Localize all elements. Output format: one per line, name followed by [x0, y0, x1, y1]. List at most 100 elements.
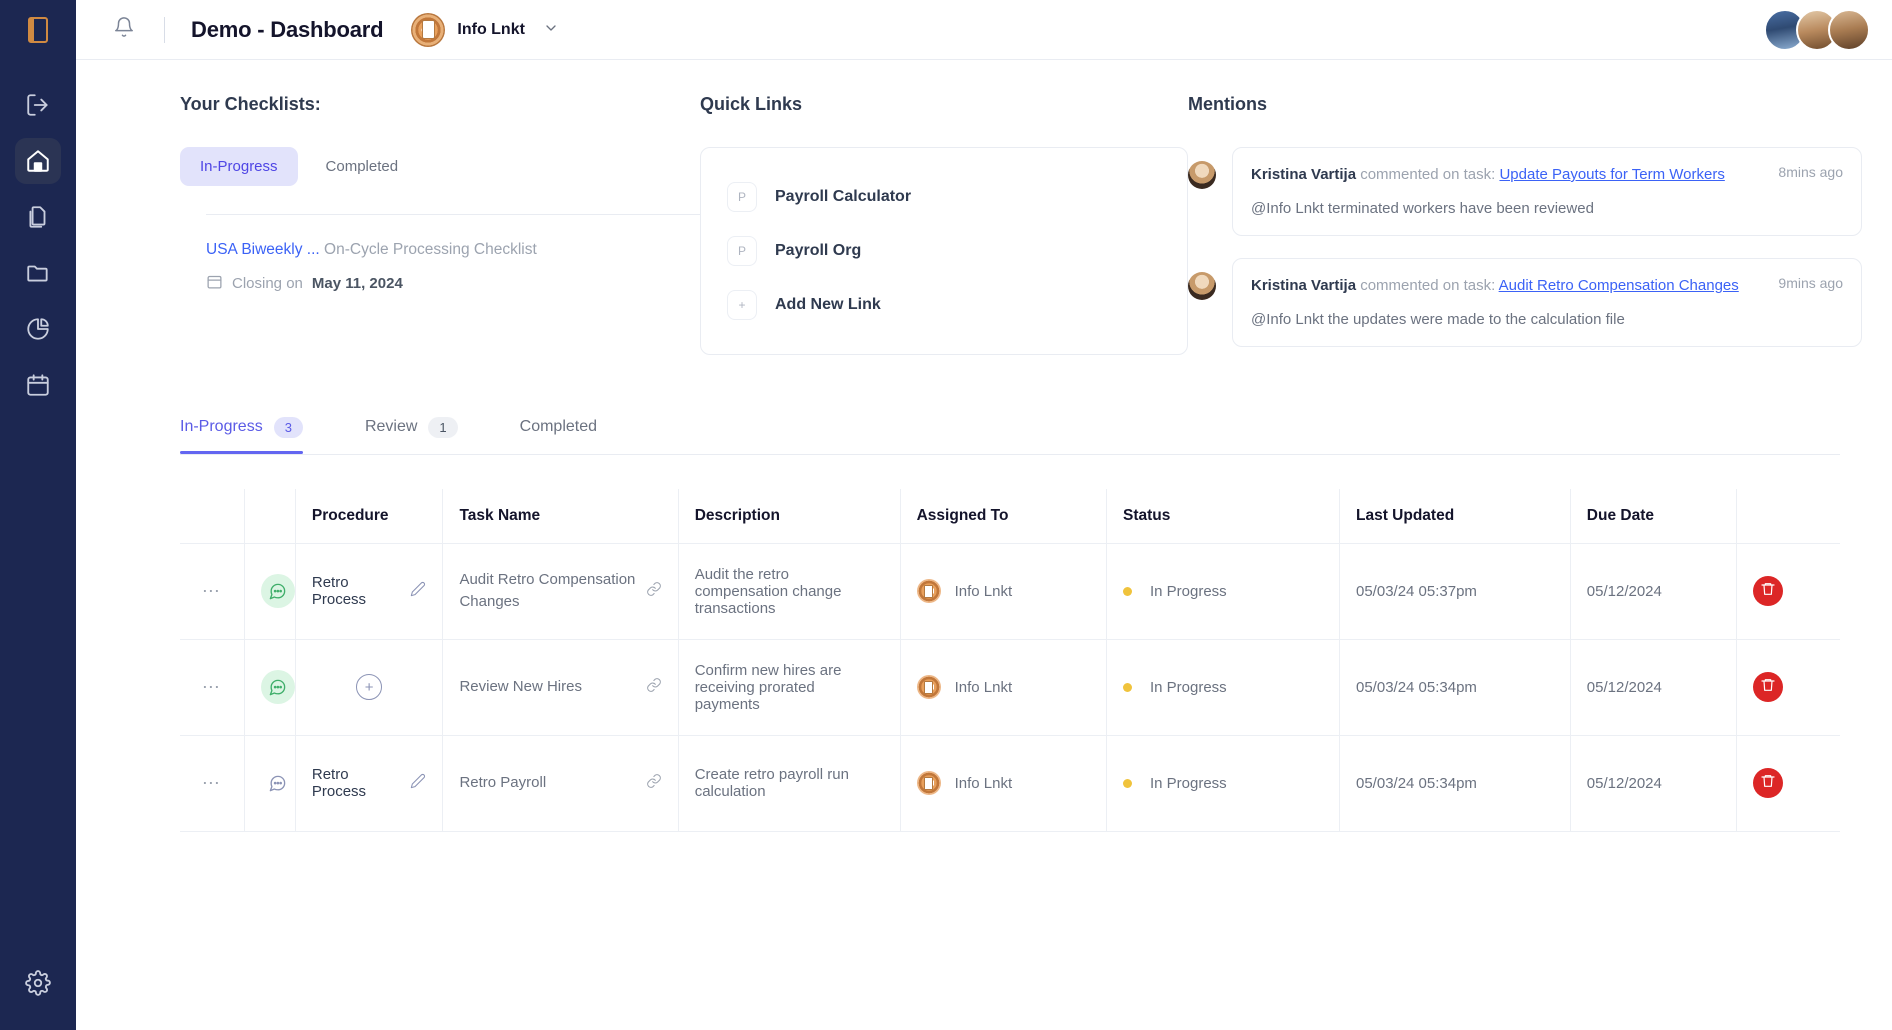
- avatar[interactable]: [1828, 8, 1870, 51]
- mention-task-link[interactable]: Update Payouts for Term Workers: [1499, 166, 1724, 183]
- mention-task-link[interactable]: Audit Retro Compensation Changes: [1499, 277, 1739, 294]
- task-name: Audit Retro Compensation Changes: [459, 571, 636, 610]
- cell-task-name: Audit Retro Compensation Changes: [442, 542, 679, 640]
- closing-prefix: Closing on: [232, 275, 303, 292]
- tab-count-badge: 3: [273, 416, 303, 438]
- comment-icon[interactable]: [260, 574, 295, 608]
- edit-pencil-icon[interactable]: [410, 581, 426, 601]
- org-name: Info Lnkt: [457, 20, 525, 38]
- more-options-icon[interactable]: ⋯: [202, 581, 222, 601]
- cell-procedure: +: [294, 638, 444, 736]
- org-switcher[interactable]: Info Lnkt: [411, 12, 559, 47]
- logout-icon: [25, 92, 51, 118]
- checklists-title: Your Checklists:: [180, 94, 321, 114]
- assignee-avatar-icon: [916, 675, 941, 699]
- checklist-item[interactable]: USA Biweekly ... On-Cycle Processing Che…: [180, 215, 700, 294]
- cell-last-updated: 05/03/24 05:34pm: [1339, 734, 1571, 832]
- sidebar-nav: [0, 82, 76, 408]
- cell-due-date: 05/12/2024: [1569, 638, 1738, 736]
- procedure-wrapper: Retro Process: [312, 766, 427, 800]
- notifications-button[interactable]: [106, 12, 142, 48]
- delete-button[interactable]: [1753, 576, 1784, 606]
- sidebar-item-folder[interactable]: [15, 250, 61, 296]
- checklists-filter-tabs: In-Progress Completed: [180, 147, 700, 186]
- mention-card[interactable]: Kristina Vartija commented on task: Upda…: [1232, 147, 1862, 236]
- comment-icon[interactable]: [260, 670, 295, 704]
- delete-button[interactable]: [1753, 672, 1784, 702]
- cell-assigned-to: Info Lnkt: [899, 638, 1107, 736]
- delete-button[interactable]: [1753, 768, 1784, 798]
- avatar: [1188, 161, 1216, 189]
- col-due-date: Due Date: [1569, 488, 1738, 544]
- more-options-icon[interactable]: ⋯: [202, 773, 222, 793]
- tab-review[interactable]: Review 1: [365, 416, 486, 454]
- plus-icon: +: [727, 290, 757, 320]
- mention-body: @Info Lnkt the updates were made to the …: [1251, 310, 1625, 328]
- link-icon[interactable]: [646, 773, 662, 793]
- quick-links-title: Quick Links: [700, 94, 803, 114]
- task-wrapper: Retro Payroll: [459, 772, 661, 794]
- col-assigned-to: Assigned To: [899, 488, 1107, 544]
- quick-link-badge-icon: P: [727, 182, 757, 212]
- mention-header: Kristina Vartija commented on task: Upda…: [1251, 164, 1843, 186]
- assignee-name: Info Lnkt: [954, 678, 1013, 696]
- edit-pencil-icon[interactable]: [410, 773, 426, 793]
- quick-link-payroll-org[interactable]: P Payroll Org: [701, 224, 1187, 278]
- cell-last-updated: 05/03/24 05:34pm: [1339, 638, 1571, 736]
- main-area: Demo - Dashboard Info Lnkt Your Checklis…: [76, 0, 1892, 1030]
- sidebar-item-home[interactable]: [15, 138, 61, 184]
- col-status: Status: [1105, 488, 1341, 544]
- closing-date: May 11, 2024: [311, 275, 403, 292]
- checklist-tab-in-progress[interactable]: In-Progress: [180, 147, 298, 186]
- cell-menu: ⋯: [180, 734, 245, 832]
- quick-link-payroll-calculator[interactable]: P Payroll Calculator: [701, 170, 1187, 224]
- mention-card[interactable]: Kristina Vartija commented on task: Audi…: [1232, 257, 1862, 347]
- tab-completed[interactable]: Completed: [520, 418, 625, 452]
- sidebar-item-logout[interactable]: [15, 82, 61, 128]
- calendar-icon: [25, 372, 51, 398]
- tasks-table-wrapper: Procedure Task Name Description Assigned…: [76, 455, 1892, 832]
- add-new-link-button[interactable]: + Add New Link: [701, 278, 1187, 332]
- sidebar-item-settings[interactable]: [15, 960, 61, 1006]
- link-icon[interactable]: [646, 581, 662, 601]
- dashboard-widgets: Your Checklists: In-Progress Completed U…: [76, 60, 1892, 369]
- checklist-link[interactable]: USA Biweekly ...: [206, 241, 320, 258]
- gear-icon: [25, 970, 51, 996]
- add-procedure-button[interactable]: +: [356, 674, 383, 700]
- more-options-icon[interactable]: ⋯: [202, 677, 222, 697]
- quick-link-label: Payroll Calculator: [775, 188, 912, 205]
- tab-label: In-Progress: [180, 418, 263, 435]
- mention-item: Kristina Vartija commented on task: Upda…: [1188, 147, 1862, 236]
- home-icon: [25, 148, 51, 174]
- link-icon[interactable]: [646, 677, 662, 697]
- col-delete: [1736, 488, 1840, 544]
- cell-description: Confirm new hires are receiving prorated…: [677, 638, 901, 736]
- sidebar: [0, 0, 76, 1030]
- mentions-title: Mentions: [1188, 94, 1267, 114]
- checklist-tab-completed[interactable]: Completed: [306, 147, 419, 186]
- table-header-row: Procedure Task Name Description Assigned…: [180, 488, 1840, 544]
- sidebar-item-calendar[interactable]: [15, 362, 61, 408]
- app-logo[interactable]: [0, 0, 76, 60]
- checklist-item-title: USA Biweekly ... On-Cycle Processing Che…: [206, 241, 700, 259]
- your-checklists-panel: Your Checklists: In-Progress Completed U…: [180, 94, 700, 369]
- pie-chart-icon: [25, 316, 51, 342]
- mention-body: @Info Lnkt terminated workers have been …: [1251, 199, 1594, 217]
- quick-link-label: Payroll Org: [775, 242, 862, 259]
- sidebar-item-documents[interactable]: [15, 194, 61, 240]
- tasks-table-head: Procedure Task Name Description Assigned…: [180, 488, 1840, 544]
- sidebar-item-reports[interactable]: [15, 306, 61, 352]
- trash-icon: [1760, 773, 1776, 793]
- cell-status: In Progress: [1105, 638, 1341, 736]
- folder-icon: [25, 260, 51, 286]
- mention-text: Kristina Vartija commented on task: Upda…: [1251, 164, 1764, 186]
- cell-procedure: Retro Process: [294, 734, 444, 832]
- tab-in-progress[interactable]: In-Progress 3: [180, 416, 331, 454]
- sidebar-footer: [0, 960, 76, 1006]
- status-wrapper: In Progress: [1122, 679, 1323, 696]
- comment-icon[interactable]: [261, 766, 295, 800]
- content-area: Your Checklists: In-Progress Completed U…: [76, 60, 1892, 1030]
- assignee-avatar-icon: [916, 579, 941, 603]
- user-avatars[interactable]: [1764, 8, 1870, 51]
- mention-item: Kristina Vartija commented on task: Audi…: [1188, 257, 1862, 347]
